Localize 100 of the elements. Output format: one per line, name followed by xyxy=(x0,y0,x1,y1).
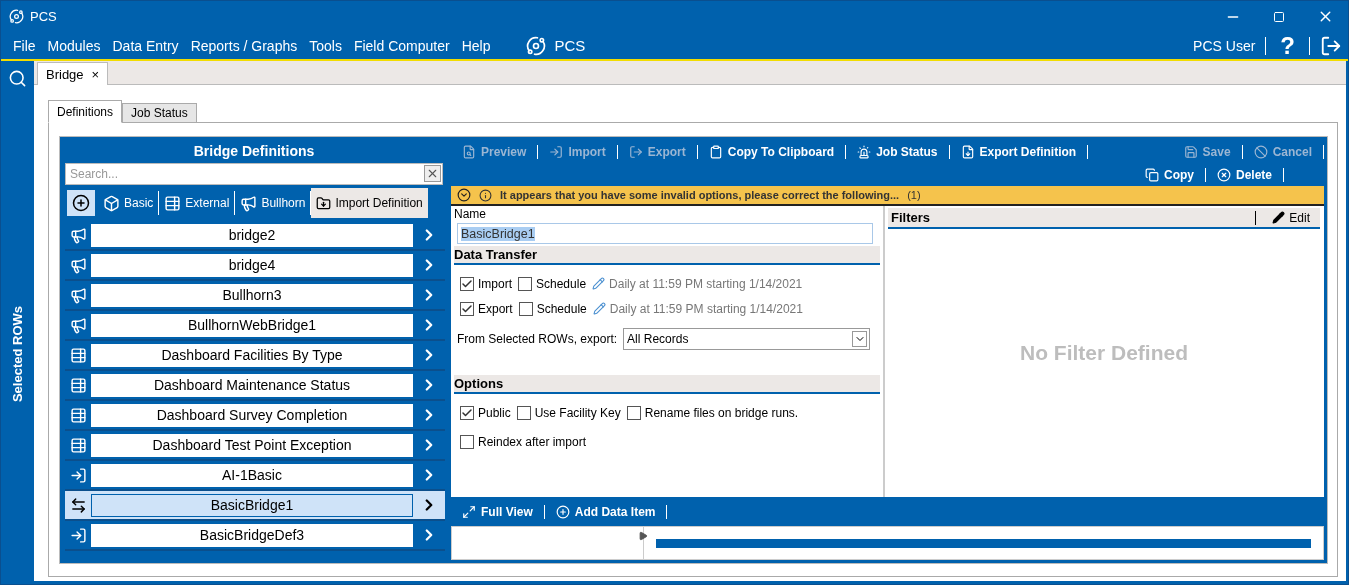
help-button[interactable]: ? xyxy=(1276,31,1299,60)
definition-row[interactable]: AI-1Basic xyxy=(65,461,445,491)
expand-arrow-icon[interactable] xyxy=(637,531,648,541)
delete-icon xyxy=(1216,167,1231,182)
definition-name: Dashboard Test Point Exception xyxy=(91,433,413,457)
megaphone-icon xyxy=(69,286,87,304)
logout-icon[interactable] xyxy=(1320,34,1342,57)
checkbox-label: Public xyxy=(478,405,511,420)
export-icon xyxy=(628,144,643,159)
tab-close-button[interactable]: × xyxy=(91,66,100,82)
table-edit-icon xyxy=(69,346,87,364)
add-button[interactable] xyxy=(67,190,95,216)
search-field[interactable]: Search... xyxy=(65,163,443,185)
toolbar-button[interactable]: Copy xyxy=(1133,167,1206,182)
checkbox[interactable] xyxy=(516,405,531,420)
definition-row[interactable]: BasicBridgeDef3 xyxy=(65,521,445,551)
definition-name: AI-1Basic xyxy=(91,463,413,487)
checkbox[interactable] xyxy=(518,276,532,291)
checkbox-label: Import xyxy=(478,276,512,291)
field-label: Name xyxy=(454,207,487,221)
file-download-icon xyxy=(960,144,975,159)
cube-icon xyxy=(103,194,120,212)
definition-row[interactable]: BullhornWebBridge1 xyxy=(65,311,445,341)
megaphone-icon xyxy=(69,316,87,334)
field-label: From Selected ROWs, export: xyxy=(457,332,618,346)
user-name[interactable]: PCS User xyxy=(1193,37,1256,54)
definition-row[interactable]: Dashboard Survey Completion xyxy=(65,401,445,431)
pencil-icon[interactable] xyxy=(592,302,606,315)
copy-icon xyxy=(1144,167,1159,182)
export-dropdown[interactable]: All Records xyxy=(623,328,870,350)
panel-title: Bridge Definitions xyxy=(192,142,316,161)
toolbar-button[interactable]: Job Status xyxy=(846,144,950,159)
definition-name: BasicBridge1 xyxy=(91,493,413,517)
empty-message: No Filter Defined xyxy=(1020,341,1188,365)
toolbar-button[interactable]: Copy To Clipboard xyxy=(697,144,847,159)
side-panel-label[interactable]: Selected ROWs xyxy=(10,306,25,403)
definition-row[interactable]: Dashboard Facilities By Type xyxy=(65,341,445,371)
definition-name: Dashboard Survey Completion xyxy=(91,403,413,427)
checkbox-label: Reindex after import xyxy=(478,434,587,449)
checkbox[interactable] xyxy=(460,434,474,449)
definition-row[interactable]: Bullhorn3 xyxy=(65,281,445,311)
search-icon[interactable] xyxy=(8,69,27,88)
definition-name: bridge4 xyxy=(91,253,413,277)
clear-button[interactable] xyxy=(424,165,441,182)
checkbox-label: Schedule xyxy=(536,276,587,291)
checkbox[interactable] xyxy=(460,405,474,420)
pencil-icon xyxy=(1272,211,1286,224)
toolbar-button[interactable]: Full View xyxy=(451,505,545,519)
warning-message: It appears that you have some invalid options, please correct the following... xyxy=(500,189,900,201)
brand-name: PCS xyxy=(554,37,586,54)
checkbox-label: Use Facility Key xyxy=(534,405,621,420)
toolbar-button[interactable]: Export Definition xyxy=(949,144,1089,159)
name-field[interactable]: BasicBridge1 xyxy=(457,223,873,244)
folder-download-icon xyxy=(316,195,332,211)
filter-button[interactable]: Import Definition xyxy=(311,188,428,218)
toolbar-button[interactable]: Add Data Item xyxy=(544,505,668,519)
definition-row[interactable]: BasicBridge1 xyxy=(65,491,445,521)
pencil-icon[interactable] xyxy=(592,277,606,290)
checkbox[interactable] xyxy=(460,276,474,291)
menu-item[interactable]: Modules xyxy=(41,37,107,54)
checkbox[interactable] xyxy=(460,301,474,316)
tab-label: Bridge xyxy=(46,66,84,82)
expand-icon xyxy=(462,505,476,519)
checkbox-label: Rename files on bridge runs. xyxy=(644,405,799,420)
collapse-icon[interactable] xyxy=(457,188,471,202)
document-tab[interactable]: Bridge × xyxy=(37,62,109,85)
edit-button[interactable]: Edit xyxy=(1255,210,1320,225)
menu-item[interactable]: File xyxy=(7,37,42,54)
app-logo-icon xyxy=(9,9,24,24)
window-title: PCS xyxy=(30,9,57,24)
cancel-icon xyxy=(1253,144,1268,159)
definition-row[interactable]: bridge2 xyxy=(65,221,445,251)
file-search-icon xyxy=(462,144,476,159)
schedule-summary: Daily at 11:59 PM starting 1/14/2021 xyxy=(609,276,803,291)
menu-item[interactable]: Reports / Graphs xyxy=(184,37,304,54)
tab[interactable]: Job Status xyxy=(122,103,197,123)
siren-icon xyxy=(857,144,872,159)
menu-item[interactable]: Tools xyxy=(303,37,348,54)
arrows-icon xyxy=(69,496,87,514)
add-icon xyxy=(72,194,90,212)
menu-item[interactable]: Data Entry xyxy=(106,37,185,54)
checkbox[interactable] xyxy=(518,301,533,316)
checkbox-label: Export xyxy=(478,301,513,316)
menu-item[interactable]: Help xyxy=(455,37,497,54)
definition-row[interactable]: Dashboard Test Point Exception xyxy=(65,431,445,461)
maximize-icon[interactable] xyxy=(1273,10,1285,23)
tab[interactable]: Definitions xyxy=(48,100,123,123)
table-edit-icon xyxy=(69,406,87,424)
megaphone-icon xyxy=(69,256,87,274)
menu-item[interactable]: Field Computer xyxy=(347,37,456,54)
table-edit-icon xyxy=(69,436,87,454)
info-icon xyxy=(479,188,492,202)
schedule-summary: Daily at 11:59 PM starting 1/14/2021 xyxy=(609,301,803,316)
definition-row[interactable]: Dashboard Maintenance Status xyxy=(65,371,445,401)
table-edit-icon xyxy=(69,376,87,394)
section-header: Filters xyxy=(891,210,931,225)
checkbox[interactable] xyxy=(626,405,641,420)
definition-row[interactable]: bridge4 xyxy=(65,251,445,281)
definition-name: Dashboard Maintenance Status xyxy=(91,373,413,397)
toolbar-button[interactable]: Delete xyxy=(1205,167,1284,182)
